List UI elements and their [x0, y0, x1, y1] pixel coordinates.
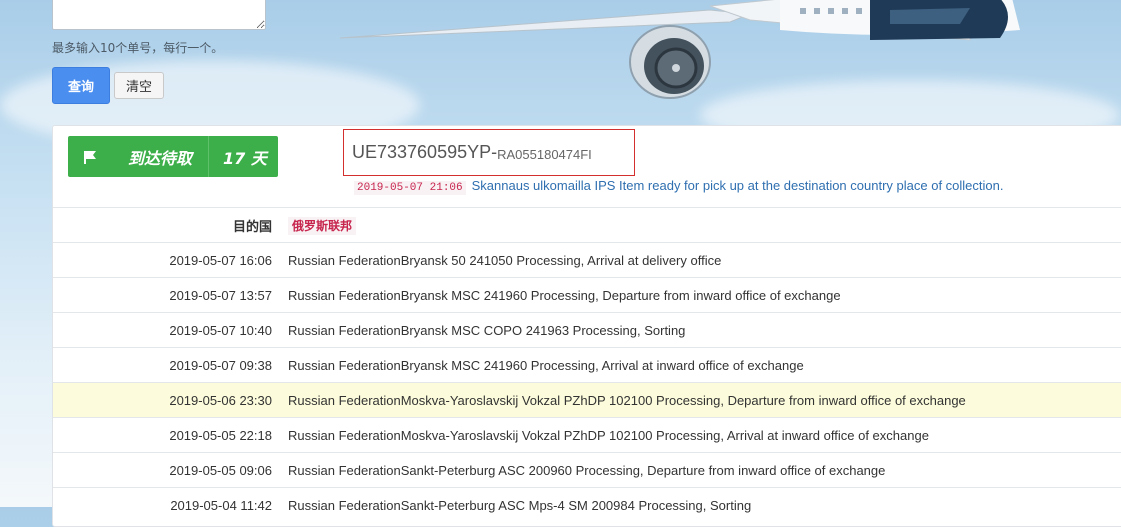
table-row: 2019-05-07 10:40 Russian FederationBryans…	[53, 312, 1121, 348]
event-text: Russian FederationMoskva-Yaroslavskij Vo…	[288, 382, 1121, 418]
latest-event-time: 2019-05-07 21:06	[354, 181, 466, 195]
event-time: 2019-05-07 13:57	[53, 277, 288, 313]
table-row: 2019-05-04 11:42 Russian FederationSankt-…	[53, 487, 1121, 522]
days-count: 17 天	[208, 136, 267, 177]
event-time: 2019-05-04 11:42	[53, 487, 288, 522]
table-row: 2019-05-05 09:06 Russian FederationSankt-…	[53, 452, 1121, 488]
tracking-number: UE733760595YP-	[352, 142, 498, 162]
input-hint: 最多输入10个单号，每行一个。	[52, 41, 224, 55]
event-time: 2019-05-05 22:18	[53, 417, 288, 453]
event-text: Russian FederationMoskva-Yaroslavskij Vo…	[288, 417, 1121, 453]
event-text: Russian FederationBryansk 50 241050 Proc…	[288, 242, 1121, 278]
event-time: 2019-05-05 09:06	[53, 452, 288, 488]
event-text: Russian FederationBryansk MSC 241960 Pro…	[288, 347, 1121, 383]
event-text: Russian FederationBryansk MSC 241960 Pro…	[288, 277, 1121, 313]
event-time: 2019-05-07 09:38	[53, 347, 288, 383]
status-badge: 到达待取 17 天	[68, 136, 278, 177]
event-time: 2019-05-06 23:30	[53, 382, 288, 418]
status-text: 到达待取	[128, 148, 193, 168]
linked-tracking-number: RA055180474FI	[497, 146, 592, 162]
event-text: Russian FederationBryansk MSC COPO 24196…	[288, 312, 1121, 348]
destination-row: 目的国 俄罗斯联邦	[53, 207, 1121, 243]
destination-country: 俄罗斯联邦	[288, 216, 357, 235]
tracking-number-box[interactable]: UE733760595YP- RA055180474FI	[343, 129, 635, 176]
table-row: 2019-05-05 22:18 Russian FederationMoskva…	[53, 417, 1121, 453]
event-time: 2019-05-07 16:06	[53, 242, 288, 278]
table-row: 2019-05-07 16:06 Russian FederationBryans…	[53, 242, 1121, 278]
flag-icon	[68, 136, 112, 177]
clear-button[interactable]: 清空	[114, 72, 164, 99]
tracking-numbers-input[interactable]	[52, 0, 266, 30]
table-row-highlighted: 2019-05-06 23:30 Russian FederationMoskva…	[53, 382, 1121, 418]
latest-event-text: Skannaus ulkomailla IPS Item ready for p…	[471, 178, 1004, 193]
table-row: 2019-05-07 13:57 Russian FederationBryans…	[53, 277, 1121, 313]
destination-label: 目的国	[53, 207, 288, 243]
query-button[interactable]: 查询	[52, 67, 110, 104]
airplane-illustration	[339, 0, 1020, 99]
event-text: Russian FederationSankt-Peterburg ASC Mp…	[288, 487, 1121, 522]
table-row: 2019-05-07 09:38 Russian FederationBryans…	[53, 347, 1121, 383]
events-table: 目的国 俄罗斯联邦 2019-05-07 16:06 Russian Federa…	[53, 207, 1121, 522]
tracking-result-panel: 到达待取 17 天 UE733760595YP- RA055180474FI 20…	[52, 125, 1121, 527]
event-time: 2019-05-07 10:40	[53, 312, 288, 348]
latest-event: 2019-05-07 21:06 Skannaus ulkomailla IPS …	[354, 178, 1004, 195]
event-text: Russian FederationSankt-Peterburg ASC 20…	[288, 452, 1121, 488]
